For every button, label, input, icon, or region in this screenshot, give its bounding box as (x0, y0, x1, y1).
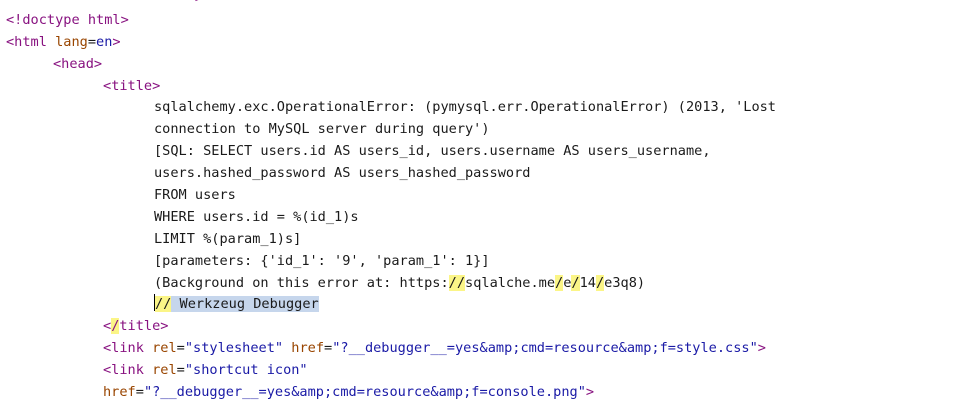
rel-attribute: rel (152, 362, 177, 379)
title-text-2: connection to MySQL server during query'… (154, 121, 490, 138)
source-line-partial: > (6, 0, 958, 10)
background-suffix: e3q8) (604, 274, 646, 291)
source-line-title-text-8: [parameters: {'id_1': '9', 'param_1': 1}… (6, 251, 958, 273)
source-line-head: <head> (6, 54, 958, 76)
source-viewer[interactable]: > <!doctype html> <html lang=en> <head> … (0, 0, 958, 414)
source-line-link-icon: <link rel="shortcut icon" (6, 360, 958, 382)
source-line-title-open: <title> (6, 76, 958, 98)
link-close-bracket: > (585, 384, 595, 401)
source-code: > <!doctype html> <html lang=en> <head> … (6, 0, 958, 404)
search-match-highlight: / (571, 274, 580, 291)
partial-tag-text: > (154, 0, 203, 6)
source-line-title-text-7: LIMIT %(param_1)s] (6, 229, 958, 251)
source-line-title-text-3: [SQL: SELECT users.id AS users_id, users… (6, 141, 958, 163)
search-match-highlight: // (448, 274, 466, 291)
selected-text[interactable]: // Werkzeug Debugger (155, 296, 319, 313)
lang-attribute: lang (55, 33, 88, 50)
source-line-background: (Background on this error at: https://sq… (6, 273, 958, 295)
rel-value: "stylesheet" (184, 340, 284, 357)
link-open-tag: <link (103, 340, 144, 357)
rel-equals: = (176, 362, 185, 379)
title-close-name: title> (119, 318, 169, 335)
title-text-7: LIMIT %(param_1)s] (154, 230, 302, 247)
href-attribute: href (291, 340, 325, 357)
search-match-highlight: / (595, 274, 605, 291)
rel-value: "shortcut icon" (184, 362, 308, 379)
href-attribute: href (103, 384, 136, 401)
rel-equals: = (176, 340, 185, 357)
rel-attribute: rel (152, 340, 177, 357)
title-open-name: title (111, 77, 153, 94)
source-line-link-stylesheet: <link rel="stylesheet" href="?__debugger… (6, 338, 958, 360)
search-match-highlight: / (555, 274, 564, 291)
title-open-lt: < (103, 77, 112, 94)
source-line-title-text-5: FROM users (6, 185, 958, 207)
link-close-bracket: > (757, 340, 766, 357)
source-line-link-icon-href: href="?__debugger__=yes&amp;cmd=resource… (6, 382, 958, 404)
background-prefix: (Background on this error at: https: (154, 274, 449, 291)
href-equals: = (135, 384, 144, 401)
doctype-text: <!doctype html> (6, 11, 129, 28)
source-line-doctype: <!doctype html> (6, 10, 958, 32)
title-text-6: WHERE users.id = %(id_1)s (154, 208, 359, 225)
source-line-title-text-1: sqlalchemy.exc.OperationalError: (pymysq… (6, 97, 958, 119)
search-match-highlight: // (155, 296, 172, 313)
werkzeug-title-text: Werkzeug Debugger (171, 296, 319, 313)
stylesheet-href-link[interactable]: "?__debugger__=yes&amp;cmd=resource&amp;… (332, 340, 758, 356)
link-open-tag: <link (103, 362, 144, 379)
source-line-html: <html lang=en> (6, 32, 958, 54)
href-equals: = (324, 340, 333, 357)
source-line-title-text-4: users.hashed_password AS users_hashed_pa… (6, 163, 958, 185)
icon-href-link[interactable]: "?__debugger__=yes&amp;cmd=resource&amp;… (144, 384, 586, 400)
title-text-4: users.hashed_password AS users_hashed_pa… (154, 165, 531, 182)
title-close-lt: < (103, 318, 112, 335)
source-line-title-close: </title> (6, 316, 958, 338)
source-line-title-text-6: WHERE users.id = %(id_1)s (6, 207, 958, 229)
background-seg2: 14 (579, 274, 596, 291)
title-open-gt: > (152, 77, 161, 94)
title-text-1: sqlalchemy.exc.OperationalError: (pymysq… (154, 99, 776, 116)
lang-equals: = (87, 33, 97, 50)
lang-value: en (96, 33, 113, 50)
head-open-tag: <head> (53, 55, 103, 72)
title-text-8: [parameters: {'id_1': '9', 'param_1': 1}… (154, 252, 490, 269)
source-line-werkzeug: // Werkzeug Debugger (6, 294, 958, 316)
title-text-5: FROM users (154, 187, 236, 204)
html-open-tag: <html (6, 33, 47, 50)
html-close-bracket: > (112, 33, 121, 50)
background-domain: sqlalche.me (465, 274, 556, 291)
title-text-3: [SQL: SELECT users.id AS users_id, users… (154, 143, 711, 160)
source-line-title-text-2: connection to MySQL server during query'… (6, 119, 958, 141)
